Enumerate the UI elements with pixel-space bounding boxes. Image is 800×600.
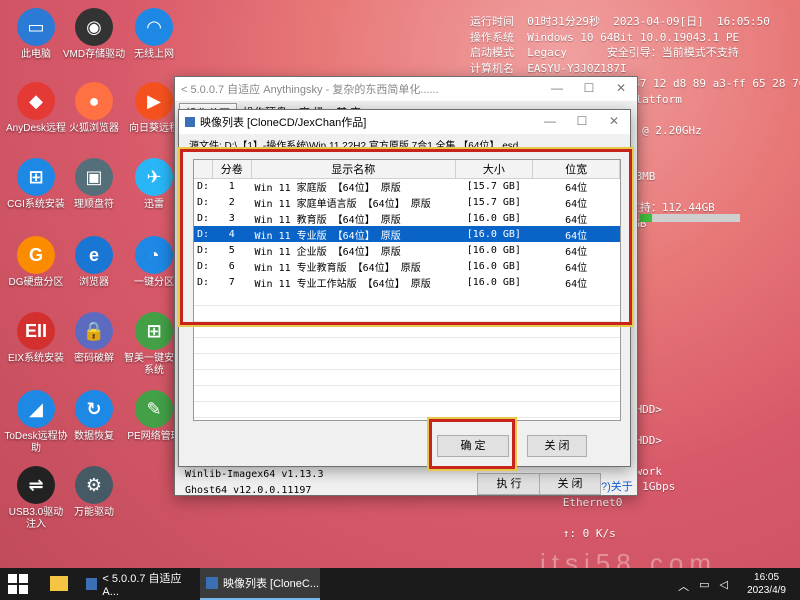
app-icon — [86, 578, 98, 590]
universal-driver-icon: ⚙ — [75, 466, 113, 504]
file-explorer-icon[interactable] — [50, 576, 68, 591]
diskgenius-icon: G — [17, 236, 55, 274]
minimize-button[interactable]: — — [541, 77, 573, 101]
desktop-icon[interactable]: e 浏览器 — [62, 236, 126, 289]
desktop-icon[interactable]: 🔒 密码破解 — [62, 312, 126, 365]
partition-icon: ◔ — [135, 236, 173, 274]
dialog-close-button[interactable]: 关 闭 — [527, 435, 587, 457]
desktop-icon[interactable]: ● 火狐浏览器 — [62, 82, 126, 135]
taskbar-item-label: 映像列表 [CloneC... — [223, 578, 319, 590]
desktop-icon[interactable]: ▣ 理顺盘符 — [62, 158, 126, 211]
tray-area: ︿ ▭ ◁ — [678, 578, 728, 594]
close-icon[interactable]: ✕ — [605, 77, 637, 101]
desktop-icon-label: 火狐浏览器 — [69, 123, 119, 134]
system-info-line — [470, 510, 800, 526]
desktop-icon[interactable]: ⚙ 万能驱动 — [62, 466, 126, 519]
system-info-line: 运行时间 01时31分29秒 2023-04-09[日] 16:05:50 — [470, 15, 770, 28]
firefox-icon: ● — [75, 82, 113, 120]
anythingsky-titlebar[interactable]: < 5.0.0.7 自适应 Anythingsky - 复杂的东西简单化....… — [175, 77, 637, 101]
desktop-icon[interactable]: ◆ AnyDesk远程 — [4, 82, 68, 135]
footer-line-1: Winlib-Imagex64 v1.13.3 — [185, 469, 324, 480]
todesk-icon: ◢ — [17, 390, 55, 428]
desktop-icon-label: ToDesk远程协助 — [4, 431, 68, 454]
computer-icon: ▭ — [17, 8, 55, 46]
desktop-icon-label: 此电脑 — [21, 49, 51, 60]
desktop-icon[interactable]: ◠ 无线上网 — [122, 8, 186, 61]
system-info-line: 计算机名 EASYU-Y3J0Z187I — [470, 61, 627, 75]
minimize-button[interactable]: — — [534, 110, 566, 134]
ie-browser-icon: e — [75, 236, 113, 274]
image-list-titlebar[interactable]: 映像列表 [CloneCD/JexChan作品] — ☐ ✕ — [179, 110, 630, 134]
run-button[interactable]: 执 行 — [477, 473, 541, 495]
system-info-line: 操作系统 Windows 10 64Bit 10.0.19043.1 PE — [470, 30, 740, 44]
desktop-icon[interactable]: ◢ ToDesk远程协助 — [4, 390, 68, 455]
data-recovery-icon: ↻ — [75, 390, 113, 428]
zhimei-installer-icon: ⊞ — [135, 312, 173, 350]
image-list-title: 映像列表 [CloneCD/JexChan作品] — [200, 117, 367, 129]
clock-time: 16:05 — [754, 572, 780, 583]
eix-icon: EII — [17, 312, 55, 350]
memory-usage-bar — [640, 214, 740, 222]
vmd-driver-icon: ◉ — [75, 8, 113, 46]
thunder-icon: ✈ — [135, 158, 173, 196]
desktop-icon[interactable]: EII EIX系统安装 — [4, 312, 68, 365]
start-button[interactable] — [8, 574, 28, 594]
desktop-icon-label: 数据恢复 — [74, 431, 114, 442]
close-icon[interactable]: ✕ — [598, 110, 630, 134]
maximize-button[interactable]: ☐ — [566, 110, 598, 134]
taskbar-clock[interactable]: 16:05 2023/4/9 — [747, 571, 786, 597]
disk-letter-icon: ▣ — [75, 158, 113, 196]
taskbar-item-image-list[interactable]: 映像列表 [CloneC... — [200, 568, 320, 600]
clock-date: 2023/4/9 — [747, 585, 786, 596]
taskbar: < 5.0.0.7 自适应 A... 映像列表 [CloneC... ︿ ▭ ◁… — [0, 568, 800, 600]
maximize-button[interactable]: ☐ — [573, 77, 605, 101]
desktop-icon[interactable]: ↻ 数据恢复 — [62, 390, 126, 443]
desktop-icon-label: AnyDesk远程 — [5, 123, 66, 134]
volume-icon[interactable]: ◁ — [720, 578, 728, 594]
app-icon — [185, 117, 195, 127]
desktop-icon-label: VMD存储驱动 — [62, 49, 126, 60]
desktop-icon[interactable]: ⊞ CGI系统安装 — [4, 158, 68, 211]
memory-usage-fill — [640, 214, 652, 222]
anythingsky-title: < 5.0.0.7 自适应 Anythingsky - 复杂的东西简单化....… — [181, 84, 439, 96]
desktop-icon-label: 理顺盘符 — [74, 199, 114, 210]
chevron-up-icon[interactable]: ︿ — [678, 578, 689, 594]
password-crack-icon: 🔒 — [75, 312, 113, 350]
desktop: ▭ 此电脑 ◉ VMD存储驱动 ◠ 无线上网 ◆ AnyDesk远程 ● 火狐浏览器 ▶ 向日葵远程 ⊞… — [0, 0, 800, 578]
pe-network-icon: ✎ — [135, 390, 173, 428]
taskbar-item-label: < 5.0.0.7 自适应 A... — [102, 573, 182, 598]
app-icon — [206, 577, 218, 589]
network-icon[interactable]: ▭ — [699, 578, 709, 594]
cgi-icon: ⊞ — [17, 158, 55, 196]
system-info-line: Ethernet0 — [470, 495, 623, 509]
desktop-icon-label: CGI系统安装 — [7, 199, 65, 210]
desktop-icon-label: 无线上网 — [134, 49, 174, 60]
about-link[interactable]: ?)关于 — [601, 478, 633, 494]
desktop-icon-label: 浏览器 — [79, 277, 109, 288]
usb-driver-icon: ⇌ — [17, 466, 55, 504]
desktop-icon-label: EIX系统安装 — [7, 353, 65, 364]
wifi-icon: ◠ — [135, 8, 173, 46]
taskbar-item-anythingsky[interactable]: < 5.0.0.7 自适应 A... — [80, 568, 196, 600]
system-info-line: ↑: 0 K/s — [470, 526, 616, 540]
desktop-icon[interactable]: ▭ 此电脑 — [4, 8, 68, 61]
desktop-icon-label: 万能驱动 — [74, 507, 114, 518]
desktop-icon-label: 密码破解 — [74, 353, 114, 364]
desktop-icon[interactable]: ⇌ USB3.0驱动注入 — [4, 466, 68, 531]
table-highlight — [178, 147, 634, 327]
desktop-icon-label: DG硬盘分区 — [8, 277, 64, 288]
sunlogin-icon: ▶ — [135, 82, 173, 120]
ok-button-highlight — [427, 417, 517, 471]
desktop-icon-label: USB3.0驱动注入 — [8, 507, 64, 530]
desktop-icon[interactable]: G DG硬盘分区 — [4, 236, 68, 289]
desktop-icon[interactable]: ◉ VMD存储驱动 — [62, 8, 126, 61]
back-close-button[interactable]: 关 闭 — [539, 473, 601, 495]
footer-line-2: Ghost64 v12.0.0.11197 — [185, 485, 312, 496]
system-info-line: 启动模式 Legacy 安全引导：当前模式不支持 — [470, 46, 739, 59]
anydesk-icon: ◆ — [17, 82, 55, 120]
